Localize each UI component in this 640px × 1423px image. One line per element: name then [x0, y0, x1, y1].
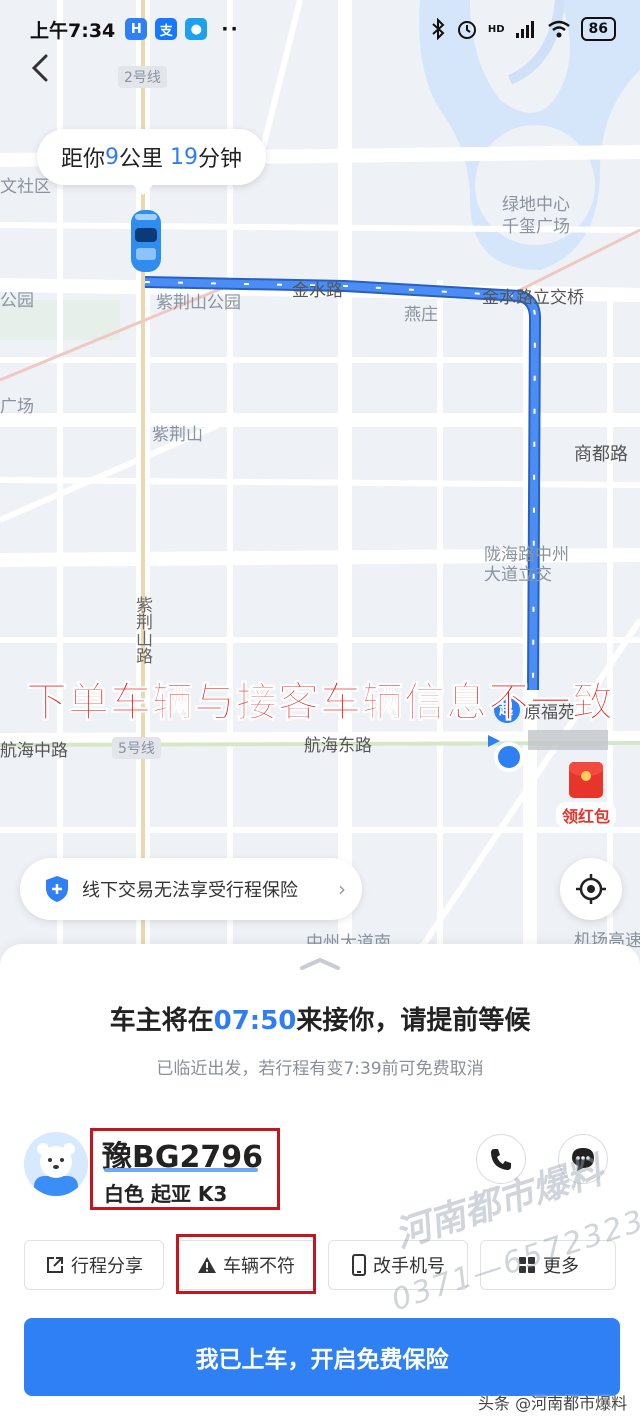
status-more-dots: ··	[221, 18, 240, 40]
eta-minutes: 19	[170, 144, 199, 170]
map-label-shangdu-road: 商都路	[574, 444, 628, 465]
metro-line-2-label: 2号线	[118, 66, 167, 88]
eta-minutes-unit: 分钟	[198, 147, 243, 172]
bluetooth-icon	[432, 18, 445, 40]
battery-indicator: 86	[580, 17, 616, 41]
map-label-hanghai-dong: 航海东路	[304, 736, 372, 756]
share-icon	[47, 1257, 63, 1273]
mobile-phone-icon	[352, 1254, 366, 1276]
eta-bubble: 距你 9 公里 19 分钟	[37, 129, 267, 195]
boarded-button[interactable]: 我已上车，开启免费保险	[24, 1318, 620, 1396]
plate-underline	[104, 1168, 258, 1172]
hd-label: HD	[487, 23, 505, 35]
red-packet-label: 领红包	[556, 802, 616, 828]
insurance-notice-text: 线下交易无法享受行程保险	[82, 880, 298, 901]
car-marker	[131, 210, 161, 272]
pickup-time: 07:50	[213, 1006, 297, 1036]
shield-icon	[46, 876, 68, 902]
map-label-qianxi: 千玺广场	[502, 217, 570, 237]
footer-tag: 头条 @河南都市爆料	[478, 1394, 628, 1413]
map-label-zijingshan-park: 紫荆山公园	[156, 293, 241, 313]
wifi-icon	[547, 20, 570, 38]
status-app-icon-1: H	[125, 18, 148, 40]
alarm-icon	[457, 21, 476, 39]
red-packet-icon	[569, 762, 603, 798]
car-description: 白色 起亚 K3	[104, 1182, 228, 1206]
locate-button[interactable]	[560, 858, 622, 920]
sheet-handle-icon[interactable]	[296, 954, 344, 972]
bear-avatar-icon	[24, 1132, 88, 1196]
chevron-right-icon: ›	[338, 877, 346, 901]
status-app-icon-3: ●	[185, 18, 208, 40]
map-label-yanzhuang: 燕庄	[404, 305, 438, 325]
status-time: 上午7:34	[30, 19, 116, 42]
map-label-guangchang: 广场	[0, 397, 34, 417]
map-label-zijingshan-road: 紫荆山路	[132, 596, 152, 664]
avatar[interactable]	[24, 1132, 88, 1196]
share-trip-button[interactable]: 行程分享	[24, 1240, 164, 1290]
pickup-suffix: 来接你，请提前等候	[296, 1006, 531, 1036]
pickup-prefix: 车主将在	[109, 1006, 214, 1036]
overlay-caption: 下单车辆与接客车辆信息不一致	[26, 678, 614, 727]
map-label-zijingshan: 紫荆山	[152, 425, 203, 445]
metro-line-5-label: 5号线	[112, 737, 161, 759]
mismatch-highlight-box	[176, 1234, 316, 1294]
eta-distance: 9	[105, 144, 120, 170]
map-view[interactable]: 2号线 文社区 绿地中心 千玺广场 公园 紫荆山公园 金水路 金水路立交桥 燕庄…	[0, 0, 640, 980]
map-label-hanghai-zhong: 航海中路	[0, 741, 68, 761]
share-trip-label: 行程分享	[71, 1256, 143, 1277]
map-label-longhai-2: 大道立交	[484, 565, 552, 585]
eta-distance-unit: 公里	[119, 147, 164, 172]
map-label-jinshui-interchange: 金水路立交桥	[482, 288, 584, 308]
pickup-subtitle: 已临近出发，若行程有变7:39前可免费取消	[156, 1059, 484, 1079]
eta-prefix: 距你	[61, 147, 106, 172]
status-bar: 上午7:34 H 支 ● ·· HD 86	[0, 0, 640, 58]
bottom-sheet: 车主将在07:50来接你，请提前等候 已临近出发，若行程有变7:39前可免费取消…	[0, 944, 640, 1423]
map-label-jinshui-road: 金水路	[292, 281, 343, 301]
red-packet-button[interactable]: 领红包	[556, 762, 616, 828]
crosshair-icon	[576, 874, 606, 904]
pickup-title: 车主将在07:50来接你，请提前等候	[0, 1000, 640, 1037]
signal-icon	[515, 21, 534, 38]
status-app-icon-2: 支	[155, 18, 178, 40]
map-label-gongyuan: 公园	[0, 291, 34, 311]
back-arrow-icon[interactable]	[22, 48, 62, 88]
insurance-notice[interactable]: 线下交易无法享受行程保险 ›	[20, 858, 362, 920]
